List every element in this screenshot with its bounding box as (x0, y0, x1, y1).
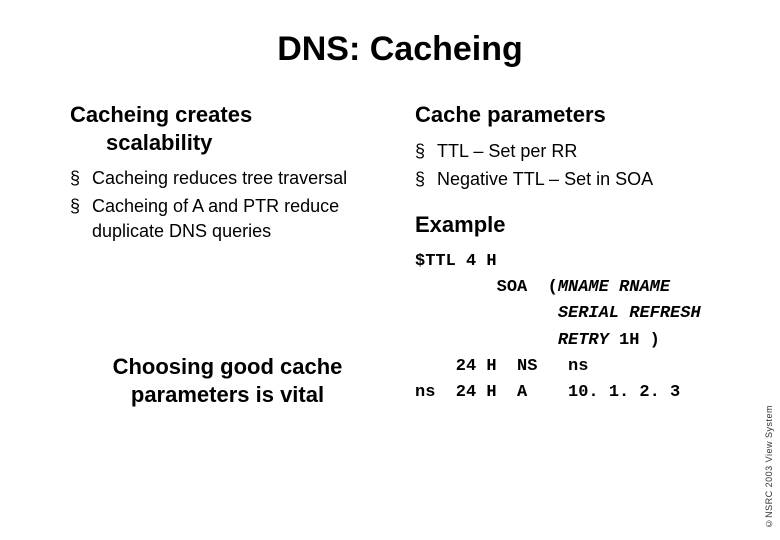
right-bullets: TTL – Set per RR Negative TTL – Set in S… (415, 139, 730, 192)
right-bullet-0: TTL – Set per RR (415, 139, 730, 163)
right-heading-example: Example (415, 211, 730, 239)
left-heading-line1: Cacheing creates (70, 102, 252, 127)
vital-line1: Choosing good cache (113, 354, 343, 379)
code-l4b: RETRY (558, 331, 619, 350)
code-l3a (415, 304, 558, 323)
code-l4c: 1H ) (619, 331, 660, 350)
vital-line2: parameters is vital (131, 382, 324, 407)
left-column: Cacheing creates scalability Cacheing re… (70, 101, 385, 410)
code-l5: 24 H NS ns (415, 357, 588, 376)
left-bullets: Cacheing reduces tree traversal Cacheing… (70, 166, 385, 243)
left-bullet-1: Cacheing of A and PTR reduce duplicate D… (70, 194, 385, 243)
copyright-side: ©NSRC 2003 View System (764, 405, 774, 528)
example-code: $TTL 4 H SOA (MNAME RNAME SERIAL REFRESH… (415, 249, 730, 407)
right-heading-params: Cache parameters (415, 101, 730, 129)
slide-title: DNS: Cacheing (70, 30, 730, 69)
code-l4a (415, 331, 558, 350)
code-l2b: MNAME RNAME (558, 278, 670, 297)
code-l2a: SOA ( (415, 278, 558, 297)
slide: DNS: Cacheing Cacheing creates scalabili… (0, 0, 780, 430)
code-l6: ns 24 H A 10. 1. 2. 3 (415, 383, 680, 402)
left-heading-line2: scalability (70, 129, 385, 157)
left-bullet-0: Cacheing reduces tree traversal (70, 166, 385, 190)
left-heading: Cacheing creates scalability (70, 101, 385, 156)
right-column: Cache parameters TTL – Set per RR Negati… (415, 101, 730, 410)
code-l1: $TTL 4 H (415, 252, 497, 271)
columns: Cacheing creates scalability Cacheing re… (70, 101, 730, 410)
vital-statement: Choosing good cache parameters is vital (70, 353, 385, 410)
right-bullet-1: Negative TTL – Set in SOA (415, 167, 730, 191)
code-l3b: SERIAL REFRESH (558, 304, 701, 323)
